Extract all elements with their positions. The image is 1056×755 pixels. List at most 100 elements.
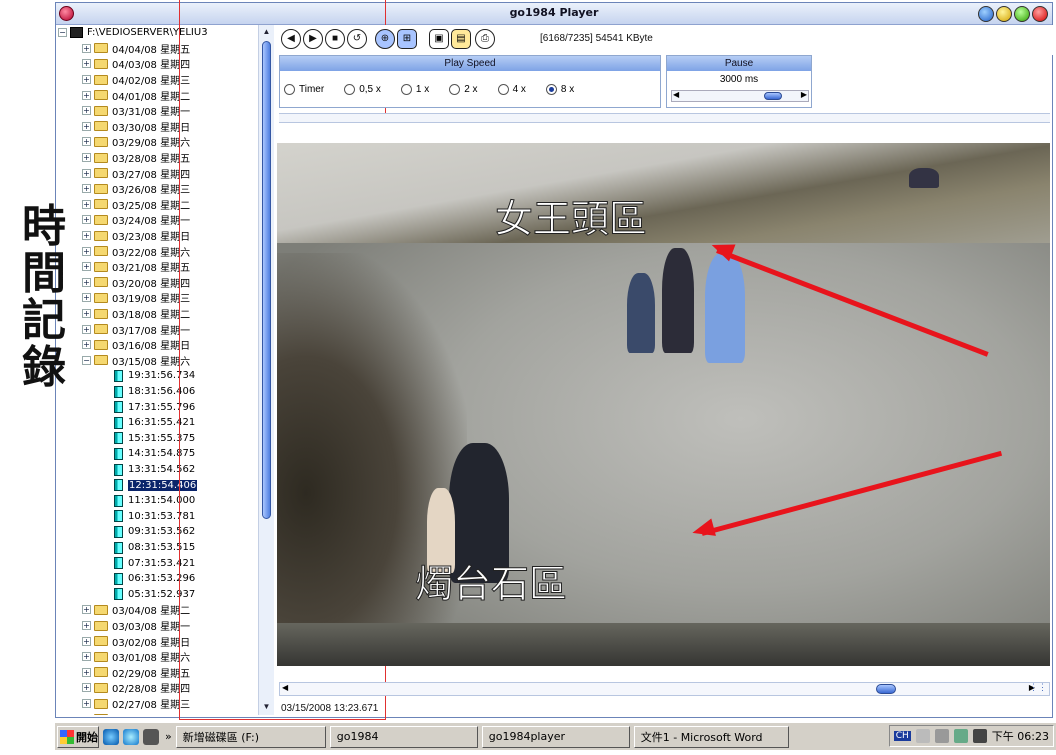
tree-folder-item[interactable]: +03/25/08 星期二 bbox=[82, 197, 190, 213]
language-indicator[interactable]: CH bbox=[893, 731, 911, 741]
scroll-thumb[interactable] bbox=[262, 41, 271, 519]
tree-file-item[interactable]: 10:31:53.781 bbox=[114, 509, 195, 525]
tree-file-item[interactable]: 15:31:55.375 bbox=[114, 431, 195, 447]
tree-folder-item[interactable]: +04/03/08 星期四 bbox=[82, 56, 190, 72]
speed-option[interactable]: 8 x bbox=[545, 84, 574, 95]
expand-icon[interactable]: + bbox=[82, 184, 91, 194]
stop-icon[interactable]: ■ bbox=[325, 29, 345, 49]
slider-right-icon[interactable]: ▶ bbox=[801, 90, 807, 99]
network-icon[interactable] bbox=[953, 729, 968, 743]
tree-folder-item[interactable]: +03/26/08 星期三 bbox=[82, 181, 190, 197]
tree-folder-item[interactable]: − 03/15/08 星期六 bbox=[82, 353, 190, 369]
tree-file-item[interactable]: 07:31:53.421 bbox=[114, 555, 195, 571]
radio-icon[interactable] bbox=[284, 84, 295, 95]
overflow-icon[interactable]: » bbox=[165, 730, 172, 743]
expand-icon[interactable]: + bbox=[82, 683, 91, 693]
tree-folder-item[interactable]: +03/21/08 星期五 bbox=[82, 259, 190, 275]
tree-file-item[interactable]: 05:31:52.937 bbox=[114, 587, 195, 603]
maximize-button[interactable] bbox=[996, 6, 1012, 22]
tree-folder-item[interactable]: +03/22/08 星期六 bbox=[82, 243, 190, 259]
radio-icon[interactable] bbox=[545, 84, 557, 95]
tree-file-item[interactable]: 06:31:53.296 bbox=[114, 571, 195, 587]
expand-icon[interactable]: + bbox=[82, 43, 91, 53]
expand-icon[interactable]: + bbox=[82, 340, 91, 350]
expand-icon[interactable]: + bbox=[82, 168, 91, 178]
speed-option[interactable]: 4 x bbox=[497, 84, 526, 95]
pause-slider[interactable]: ◀ ▶ bbox=[671, 90, 809, 102]
close-button[interactable] bbox=[1032, 6, 1048, 22]
collapse-icon[interactable]: − bbox=[82, 355, 91, 365]
expand-icon[interactable]: + bbox=[82, 246, 91, 256]
speed-option[interactable]: Timer bbox=[284, 84, 324, 95]
speed-option[interactable]: 1 x bbox=[400, 84, 429, 95]
tree-folder-item[interactable]: +03/03/08 星期一 bbox=[82, 618, 190, 634]
tree-folder-item[interactable]: +03/02/08 星期日 bbox=[82, 633, 190, 649]
tree-folder-item[interactable]: +03/17/08 星期一 bbox=[82, 321, 190, 337]
expand-icon[interactable]: + bbox=[82, 324, 91, 334]
tree-file-item[interactable]: 08:31:53.515 bbox=[114, 540, 195, 556]
start-button[interactable]: 開始 bbox=[57, 725, 99, 748]
expand-icon[interactable]: + bbox=[82, 137, 91, 147]
save-icon[interactable]: ▣ bbox=[429, 29, 449, 49]
tree-folder-item[interactable]: +03/30/08 星期日 bbox=[82, 119, 190, 135]
expand-icon[interactable]: + bbox=[82, 90, 91, 100]
expand-icon[interactable]: + bbox=[82, 277, 91, 287]
expand-icon[interactable]: + bbox=[82, 699, 91, 709]
collapse-icon[interactable]: − bbox=[58, 28, 67, 38]
tree-folder-item[interactable]: +04/02/08 星期三 bbox=[82, 72, 190, 88]
tree-folder-item[interactable]: +03/01/08 星期六 bbox=[82, 649, 190, 665]
expand-icon[interactable]: + bbox=[82, 59, 91, 69]
tree-file-item[interactable]: 17:31:55.796 bbox=[114, 399, 195, 415]
tree-file-item[interactable]: 18:31:56.406 bbox=[114, 384, 195, 400]
grip-icon[interactable]: ⋮⋮ bbox=[1029, 682, 1047, 693]
tree-folder-item[interactable]: +03/16/08 星期日 bbox=[82, 337, 190, 353]
fullscreen-icon[interactable]: ⊞ bbox=[397, 29, 417, 49]
desktop-icon[interactable] bbox=[143, 728, 159, 745]
tree-folder-item[interactable]: +03/31/08 星期一 bbox=[82, 103, 190, 119]
tree-folder-item[interactable]: +03/18/08 星期二 bbox=[82, 306, 190, 322]
speed-option[interactable]: 0,5 x bbox=[344, 84, 381, 95]
title-bar[interactable]: go1984 Player bbox=[56, 3, 1052, 25]
printer-icon[interactable] bbox=[915, 729, 930, 743]
task-go1984[interactable]: go1984 bbox=[329, 725, 478, 748]
expand-icon[interactable]: + bbox=[82, 293, 91, 303]
tree-folder-item[interactable]: +03/24/08 星期一 bbox=[82, 212, 190, 228]
tree-file-item[interactable]: 09:31:53.562 bbox=[114, 524, 195, 540]
radio-icon[interactable] bbox=[497, 84, 509, 95]
expand-icon[interactable]: + bbox=[82, 636, 91, 646]
pause-slider-knob[interactable] bbox=[764, 92, 782, 100]
video-frame[interactable]: 女王頭區 燭台石區 bbox=[277, 123, 1050, 666]
tree-folder-item[interactable]: +03/04/08 星期二 bbox=[82, 602, 190, 618]
slider-left-icon[interactable]: ◀ bbox=[673, 90, 679, 99]
zoom-icon[interactable]: ⊕ bbox=[375, 29, 395, 49]
radio-icon[interactable] bbox=[344, 84, 356, 95]
scroll-up-icon[interactable]: ▲ bbox=[261, 27, 272, 38]
tree-folder-item[interactable]: +04/01/08 星期二 bbox=[82, 87, 190, 103]
tree-folder-item[interactable]: +03/23/08 星期日 bbox=[82, 228, 190, 244]
expand-icon[interactable]: + bbox=[82, 309, 91, 319]
timeline-knob[interactable] bbox=[876, 684, 896, 694]
scroll-down-icon[interactable]: ▼ bbox=[261, 702, 272, 713]
radio-icon[interactable] bbox=[400, 84, 412, 95]
expand-icon[interactable]: + bbox=[82, 106, 91, 116]
tree-folder-item[interactable]: +02/26/08 星期二 bbox=[82, 711, 190, 715]
expand-icon[interactable]: + bbox=[82, 121, 91, 131]
prev-icon[interactable]: ◀ bbox=[281, 29, 301, 49]
tree-file-item[interactable]: 14:31:54.875 bbox=[114, 446, 195, 462]
expand-icon[interactable]: + bbox=[82, 199, 91, 209]
expand-icon[interactable]: + bbox=[82, 262, 91, 272]
rewind-icon[interactable]: ↺ bbox=[347, 29, 367, 49]
expand-icon[interactable]: + bbox=[82, 75, 91, 85]
speed-option[interactable]: 2 x bbox=[449, 84, 478, 95]
tree-file-item[interactable]: 13:31:54.562 bbox=[114, 462, 195, 478]
radio-icon[interactable] bbox=[449, 84, 461, 95]
tree-scrollbar[interactable]: ▲ ▼ bbox=[258, 25, 274, 715]
timeline-left-icon[interactable]: ◀ bbox=[282, 683, 288, 692]
export-icon[interactable]: ▤ bbox=[451, 29, 471, 49]
tree-file-item[interactable]: 16:31:55.421 bbox=[114, 415, 195, 431]
minimize-button[interactable] bbox=[978, 6, 994, 22]
expand-icon[interactable]: + bbox=[82, 231, 91, 241]
tree-folder-item[interactable]: +04/04/08 星期五 bbox=[82, 41, 190, 57]
tree-folder-item[interactable]: +03/20/08 星期四 bbox=[82, 275, 190, 291]
tree-file-item[interactable]: 19:31:56.734 bbox=[114, 368, 195, 384]
